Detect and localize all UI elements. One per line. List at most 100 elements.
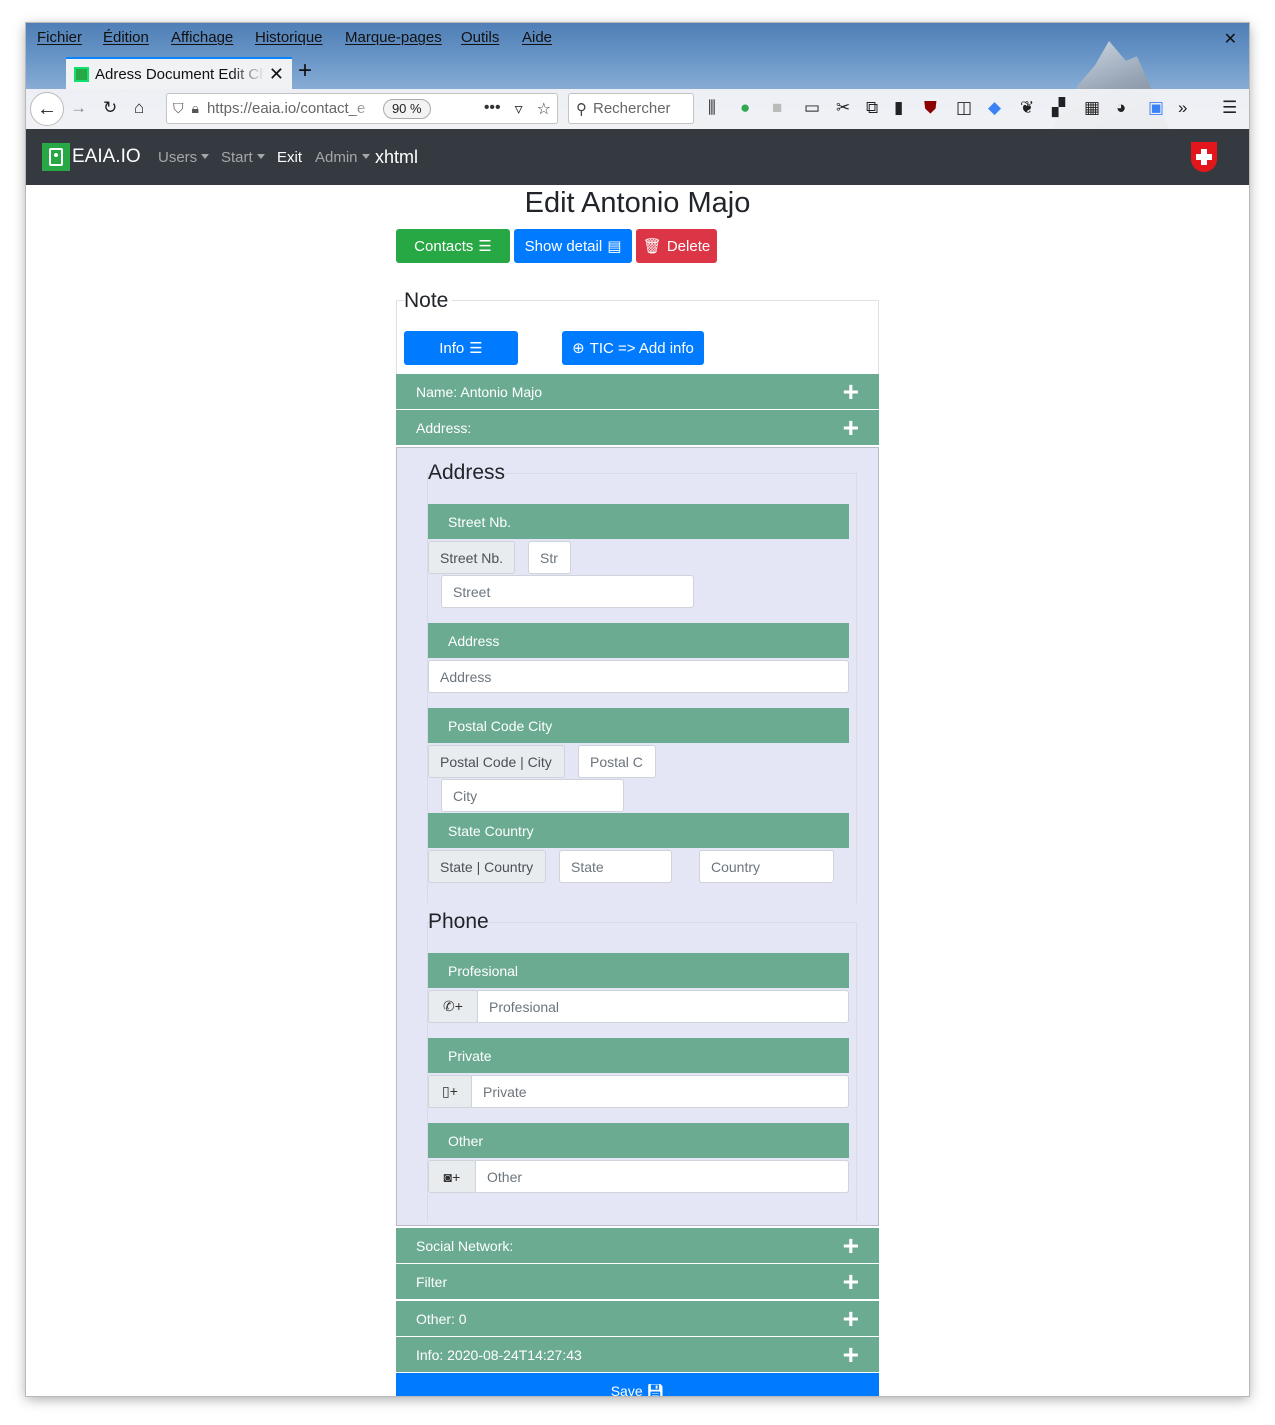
nav-xhtml[interactable]: xhtml bbox=[375, 147, 418, 168]
name-accordion[interactable]: Name: Antonio Majo + bbox=[396, 374, 879, 409]
ublock-icon[interactable]: ⛊ bbox=[924, 98, 937, 118]
list-icon: ☰ bbox=[469, 340, 483, 357]
private-input[interactable]: Private bbox=[471, 1075, 849, 1108]
filter-label: Filter bbox=[416, 1273, 448, 1290]
postal-code-city-header: Postal Code City bbox=[428, 708, 849, 743]
postal-code-city-addon: Postal Code | City bbox=[428, 745, 565, 778]
diamond-icon[interactable]: ◆ bbox=[988, 98, 1001, 118]
phone-section-title: Phone bbox=[428, 910, 489, 933]
city-input[interactable]: City bbox=[441, 779, 624, 812]
clipboard-icon[interactable]: ▮ bbox=[894, 98, 903, 118]
info-accordion[interactable]: Info: 2020-08-24T14:27:43 + bbox=[396, 1337, 879, 1372]
menu-edition[interactable]: Édition bbox=[103, 29, 149, 46]
plus-icon[interactable]: + bbox=[843, 1267, 859, 1295]
zoom-level[interactable]: 90 % bbox=[382, 98, 431, 119]
pocket-icon[interactable]: ▿ bbox=[515, 99, 523, 119]
circles-icon[interactable]: ◕ bbox=[1116, 98, 1126, 118]
new-tab-icon[interactable]: + bbox=[298, 57, 312, 85]
menu-outils[interactable]: Outils bbox=[461, 29, 499, 46]
info-button[interactable]: Info ☰ bbox=[404, 331, 518, 365]
menu-affichage[interactable]: Affichage bbox=[171, 29, 233, 46]
swiss-flag-icon[interactable] bbox=[1191, 142, 1217, 172]
contacts-button[interactable]: Contacts ☰ bbox=[396, 229, 510, 263]
country-input[interactable]: Country bbox=[699, 850, 834, 883]
menu-aide[interactable]: Aide bbox=[522, 29, 552, 46]
filter-accordion[interactable]: Filter + bbox=[396, 1264, 879, 1299]
street-nb-input[interactable]: Str bbox=[528, 541, 571, 574]
bookmark-star-icon[interactable]: ☆ bbox=[537, 99, 551, 119]
social-network-accordion[interactable]: Social Network: + bbox=[396, 1228, 879, 1263]
window-close-icon[interactable]: ✕ bbox=[1224, 29, 1237, 49]
name-accordion-label: Name: Antonio Majo bbox=[416, 383, 543, 400]
lock-icon: 🔒︎ bbox=[191, 100, 199, 116]
overflow-chevron-icon[interactable]: » bbox=[1178, 98, 1187, 118]
postal-code-input[interactable]: Postal C bbox=[578, 745, 656, 778]
profesional-input[interactable]: Profesional bbox=[477, 990, 849, 1023]
tab-close-icon[interactable]: ✕ bbox=[269, 64, 284, 85]
plus-icon[interactable]: + bbox=[843, 413, 859, 441]
menu-marque-pages[interactable]: Marque-pages bbox=[345, 29, 442, 46]
menu-bar: Fichier Édition Affichage Historique Mar… bbox=[26, 23, 1249, 53]
plus-icon[interactable]: + bbox=[843, 377, 859, 405]
browser-tab[interactable]: Adress Document Edit Ch ✕ bbox=[66, 57, 292, 89]
brand-name[interactable]: EAIA.IO bbox=[72, 146, 141, 168]
state-input[interactable]: State bbox=[559, 850, 672, 883]
back-arrow-icon[interactable]: ← bbox=[30, 92, 64, 126]
address-section-title: Address bbox=[428, 461, 506, 484]
apps-icon[interactable]: ▞ bbox=[1052, 98, 1065, 118]
save-button-label: Save bbox=[610, 1383, 643, 1396]
search-bar[interactable]: ⚲ Rechercher bbox=[568, 93, 694, 124]
floppy-disk-icon: 💾︎ bbox=[646, 1383, 665, 1396]
menu-fichier[interactable]: Fichier bbox=[37, 29, 82, 46]
copy-icon[interactable]: ⧉ bbox=[866, 98, 878, 118]
delete-button[interactable]: 🗑︎ Delete bbox=[636, 229, 717, 263]
plus-icon[interactable]: + bbox=[843, 1304, 859, 1332]
note-legend: Note bbox=[404, 289, 453, 313]
extension-grey-icon[interactable]: ■ bbox=[772, 98, 782, 118]
menu-historique[interactable]: Historique bbox=[255, 29, 323, 46]
qr-code-icon[interactable]: ▦ bbox=[1084, 98, 1100, 118]
profesional-header: Profesional bbox=[428, 953, 849, 988]
gnome-icon[interactable]: ❦ bbox=[1020, 98, 1034, 118]
tic-add-info-button[interactable]: ⊕ TIC => Add info bbox=[562, 331, 704, 365]
address-input[interactable]: Address bbox=[428, 660, 849, 693]
nav-admin[interactable]: Admin bbox=[315, 149, 370, 166]
nav-users-label: Users bbox=[158, 149, 198, 166]
tab-title: Adress Document Edit Ch bbox=[95, 65, 265, 83]
url-text[interactable]: https://eaia.io/contact_e bbox=[207, 100, 377, 117]
save-button[interactable]: Save 💾︎ bbox=[396, 1373, 879, 1396]
other-phone-input[interactable]: Other bbox=[475, 1160, 849, 1193]
nav-start[interactable]: Start bbox=[221, 149, 265, 166]
page-actions-icon[interactable]: ••• bbox=[484, 99, 501, 119]
plus-icon[interactable]: + bbox=[843, 1231, 859, 1259]
other-accordion[interactable]: Other: 0 + bbox=[396, 1301, 879, 1336]
street-nb-header: Street Nb. bbox=[428, 504, 849, 539]
street-input[interactable]: Street bbox=[441, 575, 694, 608]
reader-icon[interactable]: ◫ bbox=[956, 98, 972, 118]
hamburger-menu-icon[interactable]: ☰ bbox=[1222, 98, 1237, 118]
contact-book-icon[interactable] bbox=[42, 143, 70, 171]
show-detail-button[interactable]: Show detail ▤ bbox=[514, 229, 632, 263]
address-accordion[interactable]: Address: + bbox=[396, 410, 879, 445]
list-icon: ☰ bbox=[478, 238, 492, 255]
other-phone-header: Other bbox=[428, 1123, 849, 1158]
nav-exit[interactable]: Exit bbox=[277, 149, 302, 166]
nav-users[interactable]: Users bbox=[158, 149, 210, 166]
id-card-icon: ▤ bbox=[607, 238, 622, 255]
translate-icon[interactable]: ▣ bbox=[1148, 98, 1164, 118]
plus-icon[interactable]: + bbox=[843, 1340, 859, 1368]
url-bar[interactable]: ⛉ 🔒︎ https://eaia.io/contact_e 90 % ••• … bbox=[166, 93, 558, 124]
library-icon[interactable]: ⫼ bbox=[708, 98, 716, 118]
chat-icon[interactable]: ● bbox=[740, 98, 750, 118]
folder-icon[interactable]: ▭ bbox=[804, 98, 820, 118]
contacts-button-label: Contacts bbox=[414, 237, 474, 255]
browser-chrome: Fichier Édition Affichage Historique Mar… bbox=[26, 23, 1249, 129]
home-icon[interactable]: ⌂ bbox=[134, 98, 144, 118]
address-panel: Address Street Nb. Street Nb. Str Street… bbox=[396, 447, 879, 1226]
scissors-icon[interactable]: ✂ bbox=[836, 98, 850, 118]
reload-icon[interactable]: ↻ bbox=[103, 98, 117, 118]
address-header: Address bbox=[428, 623, 849, 658]
search-icon: ⚲ bbox=[576, 100, 587, 118]
forward-arrow-icon[interactable]: → bbox=[70, 98, 87, 118]
address-accordion-label: Address: bbox=[416, 419, 472, 436]
